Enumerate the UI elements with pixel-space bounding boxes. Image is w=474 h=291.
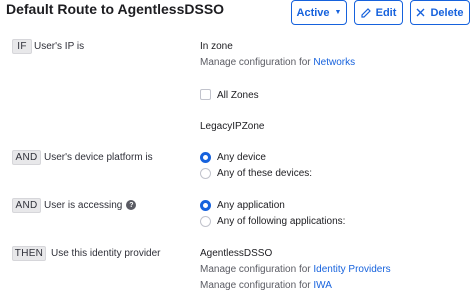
caret-down-icon: ▼ [334,9,342,16]
any-application-radio[interactable] [200,200,211,211]
delete-label: Delete [430,6,464,19]
following-applications-radio[interactable] [200,216,211,227]
help-icon[interactable]: ? [126,200,137,211]
status-label: Active [296,6,330,19]
ip-condition-label: User's IP is [34,41,85,52]
manage-idp-text: Manage configuration for Identity Provid… [200,263,391,276]
identity-provider-value: AgentlessDSSO [200,248,273,259]
iwa-link[interactable]: IWA [313,280,332,291]
and-tag-platform: AND [12,150,41,165]
accessing-condition-label: User is accessing? [44,199,137,212]
pencil-icon [361,7,371,18]
zone-name: LegacyIPZone [200,121,265,132]
platform-condition-label: User's device platform is [44,152,153,163]
page-title: Default Route to AgentlessDSSO [6,1,225,17]
edit-label: Edit [375,6,397,19]
manage-iwa-text: Manage configuration for IWA [200,279,332,291]
delete-button[interactable]: Delete [410,0,470,25]
any-device-radio[interactable] [200,152,211,163]
edit-button[interactable]: Edit [354,0,403,25]
any-application-label: Any application [217,200,285,211]
identity-provider-label: Use this identity provider [51,248,161,259]
accessing-label-text: User is accessing [44,200,123,211]
networks-link[interactable]: Networks [313,57,355,68]
all-zones-checkbox[interactable] [200,89,211,100]
any-device-label: Any device [217,152,266,163]
if-tag: IF [12,39,32,54]
close-icon [416,8,425,17]
these-devices-label: Any of these devices: [217,168,313,179]
manage-networks-text: Manage configuration for Networks [200,56,355,69]
manage-prefix-idp: Manage configuration for [200,264,314,275]
and-tag-accessing: AND [12,198,41,213]
then-tag: THEN [12,246,46,261]
these-devices-radio[interactable] [200,168,211,179]
manage-prefix-iwa: Manage configuration for [200,280,314,291]
all-zones-label: All Zones [217,90,259,101]
identity-providers-link[interactable]: Identity Providers [313,264,390,275]
manage-prefix: Manage configuration for [200,57,314,68]
following-applications-label: Any of following applications: [217,216,346,227]
ip-condition-value: In zone [200,41,233,52]
status-dropdown-button[interactable]: Active ▼ [291,0,347,25]
